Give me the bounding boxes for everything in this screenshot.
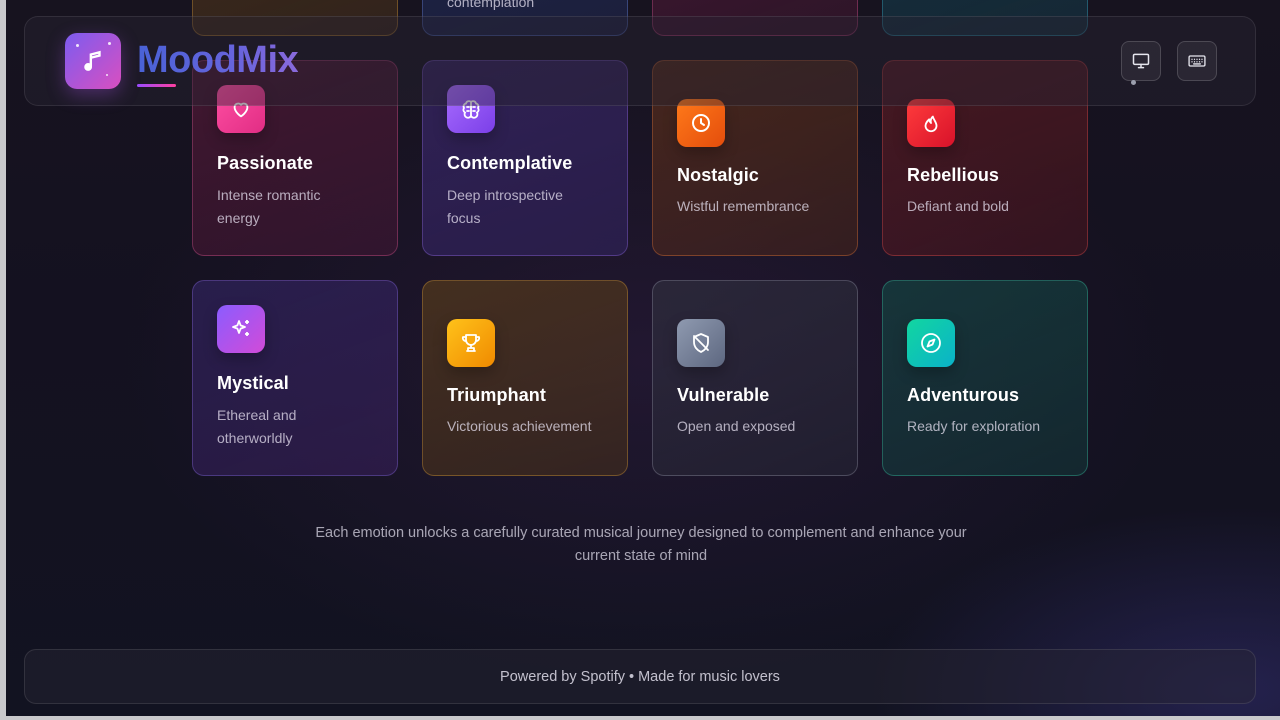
mood-card-description: Defiant and bold — [907, 197, 1009, 214]
mood-card-title: Vulnerable — [677, 384, 770, 405]
trophy-icon — [447, 318, 495, 367]
mood-card-vulnerable[interactable]: Vulnerable Open and exposed — [652, 280, 858, 476]
monitor-icon — [1132, 53, 1150, 69]
sparkles-icon — [217, 305, 265, 353]
mood-card-title: Passionate — [217, 153, 314, 173]
mood-card-adventurous[interactable]: Adventurous Ready for exploration — [882, 280, 1088, 476]
compass-icon — [907, 318, 955, 367]
app-viewport: contemplation Passionate Intense romanti… — [6, 0, 1280, 716]
music-note-icon — [84, 50, 101, 71]
mood-card-description: Ethereal and otherworldly — [217, 407, 297, 446]
mood-card-description: Ready for exploration — [907, 417, 1041, 434]
shield-off-icon — [677, 318, 725, 367]
mood-card-description: Deep introspective focus — [447, 187, 563, 226]
active-indicator — [1131, 80, 1136, 85]
mood-card-title: Rebellious — [907, 164, 1000, 185]
display-mode-button[interactable] — [1121, 41, 1161, 81]
footer: Powered by Spotify • Made for music love… — [24, 649, 1256, 704]
mood-card-description: Intense romantic energy — [217, 187, 321, 226]
keyboard-shortcuts-button[interactable] — [1177, 41, 1217, 81]
app-title: MoodMix — [137, 39, 299, 81]
mood-card-description: Wistful remembrance — [677, 197, 810, 214]
mood-card-triumphant[interactable]: Triumphant Victorious achievement — [422, 280, 628, 476]
keyboard-icon — [1188, 55, 1206, 67]
mood-card-mystical[interactable]: Mystical Ethereal and otherworldly — [192, 280, 398, 476]
footer-text: Powered by Spotify • Made for music love… — [500, 668, 780, 685]
mood-card-description: Victorious achievement — [447, 417, 592, 434]
mood-card-description: Open and exposed — [677, 417, 796, 434]
mood-card-title: Mystical — [217, 373, 289, 393]
mood-card-description: contemplation — [447, 0, 535, 10]
app-logo[interactable] — [65, 33, 121, 89]
title-underline — [137, 84, 176, 87]
app-header: MoodMix — [24, 16, 1256, 106]
mood-card-title: Contemplative — [447, 153, 573, 173]
mood-card-title: Nostalgic — [677, 164, 759, 185]
mood-card-title: Adventurous — [907, 384, 1020, 405]
mood-card-title: Triumphant — [447, 384, 546, 405]
mood-selection-note: Each emotion unlocks a carefully curated… — [315, 525, 967, 564]
